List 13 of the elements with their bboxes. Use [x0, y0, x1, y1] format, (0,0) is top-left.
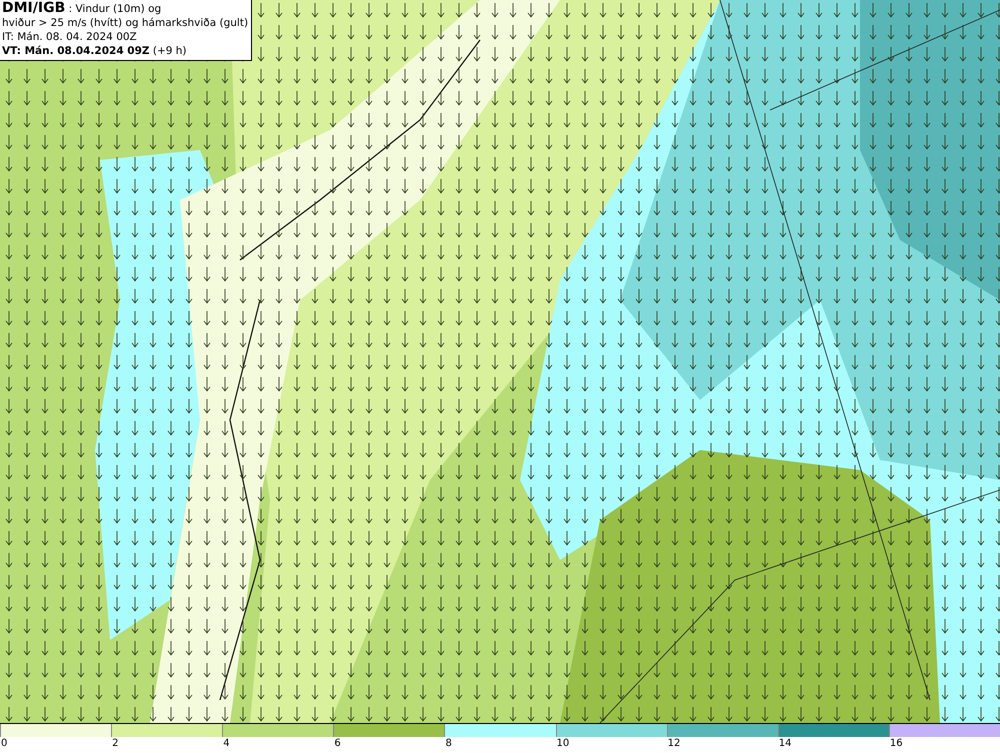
- legend-label: 0: [0, 737, 8, 751]
- info-text: DMI/IGB : Vindur (10m) og: [2, 1, 162, 16]
- info-text: VT: Mán. 08.04.2024 09Z (+9 h): [2, 44, 188, 58]
- legend-label: 2: [111, 737, 118, 751]
- legend-label: 16: [888, 737, 903, 751]
- info-text: IT: Mán. 08. 04. 2024 00Z: [2, 30, 138, 44]
- legend-label: 14: [778, 737, 792, 751]
- legend-label: 8: [444, 737, 452, 751]
- legend-label: 12: [666, 737, 680, 751]
- legend-label: 10: [556, 737, 570, 751]
- legend-label: 4: [222, 737, 230, 751]
- info-text: hviður > 25 m/s (hvítt) og hámarkshviða (gult): [2, 16, 248, 30]
- legend-label: 6: [333, 737, 341, 751]
